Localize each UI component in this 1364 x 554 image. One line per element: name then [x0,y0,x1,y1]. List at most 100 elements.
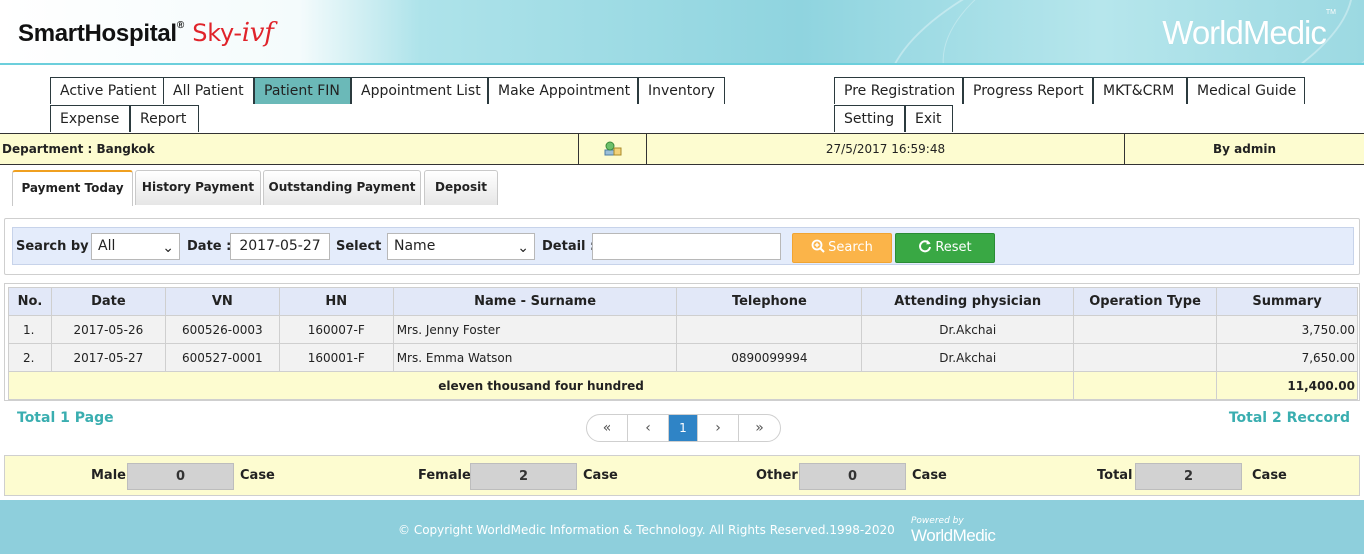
worldmedic-tm: TM [1325,9,1336,16]
col-header-name[interactable]: Name - Surname [392,287,678,316]
search-panel: Search by : All ⌄ Date : 2017-05-27 Sele… [4,218,1360,275]
last-page-button[interactable]: » [739,415,780,441]
info-bar: Department : Bangkok 27/5/2017 16:59:48 … [0,133,1364,165]
menu-tab-appointment-list[interactable]: Appointment List [351,77,488,104]
cell-vn: 600527-0001 [164,343,280,372]
brand-sky: Sky- [192,19,242,47]
case-label: Case [240,468,275,483]
col-header-summary[interactable]: Summary [1216,287,1358,316]
total-amount: 11,400.00 [1216,371,1358,400]
cell-operation-type [1073,315,1218,344]
select-label: Select : [336,239,392,254]
cell-hn: 160007-F [278,315,394,344]
copyright-text: © Copyright WorldMedic Information & Tec… [398,523,895,537]
pagination: « ‹ 1 › » [586,414,781,442]
search-by-value: All [98,238,116,254]
col-header-hn[interactable]: HN [278,287,394,316]
cell-date: 2017-05-26 [50,315,166,344]
zoom-in-icon [811,239,825,253]
menu-tab-active-patient[interactable]: Active Patient [50,77,164,104]
col-header-no[interactable]: No. [8,287,52,316]
field-select[interactable]: Name ⌄ [387,233,535,260]
tab-history-payment[interactable]: History Payment [135,170,261,205]
datetime-display: 27/5/2017 16:59:48 [647,134,1125,164]
case-label: Case [1252,468,1287,483]
menu-tab-pre-registration[interactable]: Pre Registration [834,77,963,104]
footer-worldmedic-logo: WorldMedic [911,526,996,545]
other-count: 0 [799,463,906,490]
menu-tab-inventory[interactable]: Inventory [638,77,725,104]
tab-outstanding-payment[interactable]: Outstanding Payment [263,170,421,205]
tab-payment-today[interactable]: Payment Today [12,170,133,206]
case-summary-bar: Male 0 Case Female 2 Case Other 0 Case T… [4,455,1360,496]
reset-button[interactable]: Reset [895,233,995,263]
search-button[interactable]: Search [792,233,892,263]
total-count: 2 [1135,463,1242,490]
menu-tab-make-appointment[interactable]: Make Appointment [488,77,638,104]
date-input[interactable]: 2017-05-27 [230,233,330,260]
menu-tab-patient-fin[interactable]: Patient FIN [254,77,351,104]
menu-tab-all-patient[interactable]: All Patient [163,77,254,104]
first-page-button[interactable]: « [587,415,628,441]
tab-deposit[interactable]: Deposit [424,170,498,205]
col-header-physician[interactable]: Attending physician [861,287,1075,316]
detail-input[interactable] [592,233,781,260]
table-row[interactable]: 1. 2017-05-26 600526-0003 160007-F Mrs. … [8,315,1358,344]
menu-tab-setting[interactable]: Setting [834,105,905,132]
brand-reg: ® [176,20,184,31]
cell-summary: 7,650.00 [1216,343,1358,372]
cell-operation-type [1073,343,1218,372]
female-label: Female [418,468,471,483]
detail-label: Detail : [542,239,596,254]
case-label: Case [583,468,618,483]
cell-vn: 600526-0003 [164,315,280,344]
prev-page-button[interactable]: ‹ [628,415,669,441]
col-header-operation-type[interactable]: Operation Type [1073,287,1218,316]
menu-tab-medical-guide[interactable]: Medical Guide [1187,77,1305,104]
chevron-down-icon: ⌄ [162,240,174,256]
page-1-button[interactable]: 1 [669,415,698,441]
menu-tab-exit[interactable]: Exit [905,105,953,132]
date-label: Date : [187,239,232,254]
refresh-icon [919,240,932,253]
total-pages-label: Total 1 Page [17,410,114,426]
chevron-down-icon: ⌄ [517,240,529,256]
app-header: SmartHospital® Sky-ivf WorldMedicTM [0,0,1364,65]
network-user-icon[interactable] [579,134,647,164]
cell-summary: 3,750.00 [1216,315,1358,344]
menu-tab-progress-report[interactable]: Progress Report [963,77,1093,104]
search-by-label: Search by : [16,239,99,254]
other-label: Other [756,468,798,483]
payment-table-panel: No. Date VN HN Name - Surname Telephone … [4,283,1360,401]
search-by-select[interactable]: All ⌄ [91,233,180,260]
total-empty-cell [1073,371,1218,400]
menu-tab-report[interactable]: Report [130,105,199,132]
table-total-row: eleven thousand four hundred 11,400.00 [7,371,1358,400]
male-label: Male [91,468,126,483]
worldmedic-logo: WorldMedicTM [1162,9,1336,52]
table-row[interactable]: 2. 2017-05-27 600527-0001 160001-F Mrs. … [8,343,1358,372]
total-in-words: eleven thousand four hundred [7,371,1075,400]
total-records-label: Total 2 Reccord [1228,410,1350,426]
search-bar: Search by : All ⌄ Date : 2017-05-27 Sele… [12,227,1354,265]
brand-ivf: ivf [241,18,274,48]
menu-tab-expense[interactable]: Expense [50,105,130,132]
reset-button-label: Reset [935,240,972,255]
smarthospital-logo: SmartHospital® Sky-ivf [18,18,274,48]
next-page-button[interactable]: › [698,415,739,441]
cell-name: Mrs. Emma Watson [392,343,678,372]
cell-physician: Dr.Akchai [861,343,1075,372]
col-header-date[interactable]: Date [50,287,166,316]
col-header-telephone[interactable]: Telephone [676,287,863,316]
footer: © Copyright WorldMedic Information & Tec… [0,500,1364,554]
case-label: Case [912,468,947,483]
female-count: 2 [470,463,577,490]
department-label: Department : Bangkok [0,134,579,164]
male-count: 0 [127,463,234,490]
worldmedic-logo-text: WorldMedic [1162,14,1327,51]
total-label: Total [1097,468,1133,483]
menu-tab-mkt-crm[interactable]: MKT&CRM [1093,77,1187,104]
col-header-vn[interactable]: VN [164,287,280,316]
field-select-value: Name [394,238,436,254]
cell-physician: Dr.Akchai [861,315,1075,344]
